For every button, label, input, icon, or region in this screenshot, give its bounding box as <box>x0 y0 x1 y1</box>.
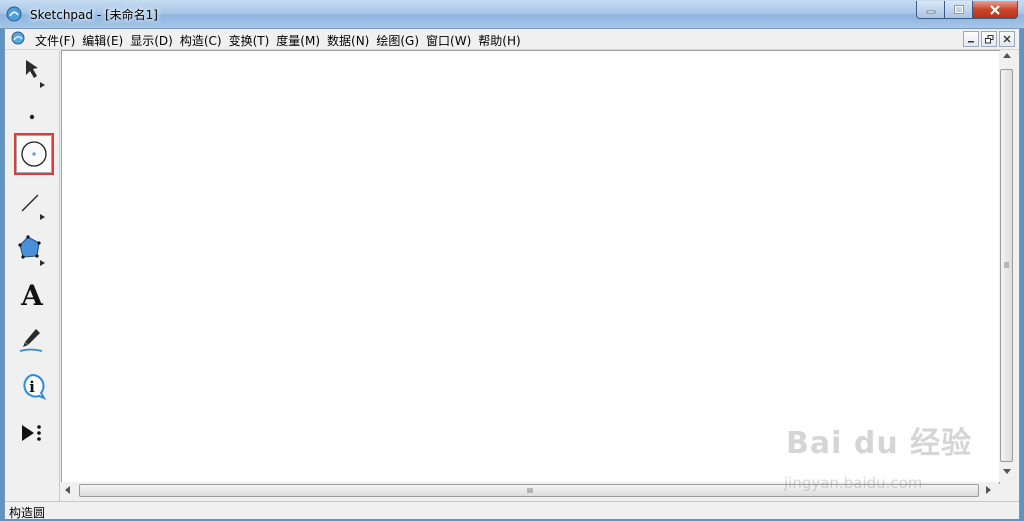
doc-restore-button[interactable] <box>981 31 997 47</box>
minimize-icon <box>926 10 935 13</box>
circle-compass-icon <box>21 141 47 167</box>
restore-icon <box>984 34 993 43</box>
arrow-tool[interactable] <box>12 51 52 91</box>
menu-window[interactable]: 窗口(W) <box>426 29 478 49</box>
menu-edit[interactable]: 编辑(E) <box>82 29 130 49</box>
text-tool[interactable]: A <box>12 275 52 315</box>
horizontal-scrollbar[interactable] <box>61 482 999 499</box>
close-button[interactable] <box>973 1 1018 19</box>
arrow-select-icon <box>26 60 45 88</box>
menu-data[interactable]: 数据(N) <box>327 29 376 49</box>
minimize-icon <box>968 41 974 43</box>
polygon-tool[interactable] <box>12 229 52 269</box>
menu-help[interactable]: 帮助(H) <box>478 29 527 49</box>
vertical-scrollbar[interactable] <box>999 51 1015 482</box>
document-icon[interactable] <box>11 31 25 45</box>
straightedge-tool[interactable] <box>12 183 52 223</box>
scroll-left-icon[interactable] <box>65 486 70 494</box>
custom-tool[interactable] <box>12 413 52 453</box>
caption-buttons <box>916 1 1018 19</box>
vertical-scroll-thumb[interactable] <box>1000 69 1013 462</box>
scroll-up-icon[interactable] <box>1003 53 1011 58</box>
text-A-icon: A <box>21 278 43 312</box>
info-icon: i <box>23 373 47 401</box>
menu-display[interactable]: 显示(D) <box>130 29 180 49</box>
maximize-button[interactable] <box>945 1 973 19</box>
menu-items: 文件(F) 编辑(E) 显示(D) 构造(C) 变换(T) 度量(M) 数据(N… <box>35 29 528 49</box>
menu-file[interactable]: 文件(F) <box>35 29 82 49</box>
menu-construct[interactable]: 构造(C) <box>180 29 229 49</box>
maximize-icon <box>953 5 964 14</box>
window-title: Sketchpad - [未命名1] <box>30 8 158 22</box>
point-icon <box>29 114 35 120</box>
menu-measure[interactable]: 度量(M) <box>276 29 327 49</box>
horizontal-scroll-thumb[interactable] <box>79 484 979 497</box>
main-window: 文件(F) 编辑(E) 显示(D) 构造(C) 变换(T) 度量(M) 数据(N… <box>4 28 1020 520</box>
doc-close-button[interactable] <box>999 31 1015 47</box>
marker-pen-icon <box>19 329 43 352</box>
compass-tool[interactable] <box>14 133 54 175</box>
svg-text:i: i <box>29 378 35 396</box>
grip-icon <box>527 488 533 493</box>
point-tool[interactable] <box>12 97 52 137</box>
menu-transform[interactable]: 变换(T) <box>229 29 277 49</box>
toolbox: A i <box>6 51 60 503</box>
close-icon <box>990 4 1000 15</box>
information-tool[interactable]: i <box>12 367 52 407</box>
status-text: 构造圆 <box>9 506 46 520</box>
close-icon <box>1003 35 1011 43</box>
line-segment-icon <box>21 194 45 220</box>
scroll-right-icon[interactable] <box>986 486 991 494</box>
document-window-buttons <box>963 31 1015 47</box>
sketchpad-app-icon <box>6 6 22 22</box>
menu-graph[interactable]: 绘图(G) <box>376 29 426 49</box>
doc-minimize-button[interactable] <box>963 31 979 47</box>
sketch-canvas[interactable] <box>61 50 1000 484</box>
custom-tool-icon <box>22 425 41 441</box>
scroll-down-icon[interactable] <box>1003 469 1011 474</box>
marker-tool[interactable] <box>12 321 52 361</box>
grip-icon <box>1004 262 1009 268</box>
menu-bar: 文件(F) 编辑(E) 显示(D) 构造(C) 变换(T) 度量(M) 数据(N… <box>5 29 1019 50</box>
status-bar: 构造圆 <box>5 501 1019 520</box>
window-titlebar[interactable]: Sketchpad - [未命名1] <box>0 0 1024 29</box>
polygon-icon <box>18 235 45 266</box>
minimize-button[interactable] <box>916 1 945 19</box>
